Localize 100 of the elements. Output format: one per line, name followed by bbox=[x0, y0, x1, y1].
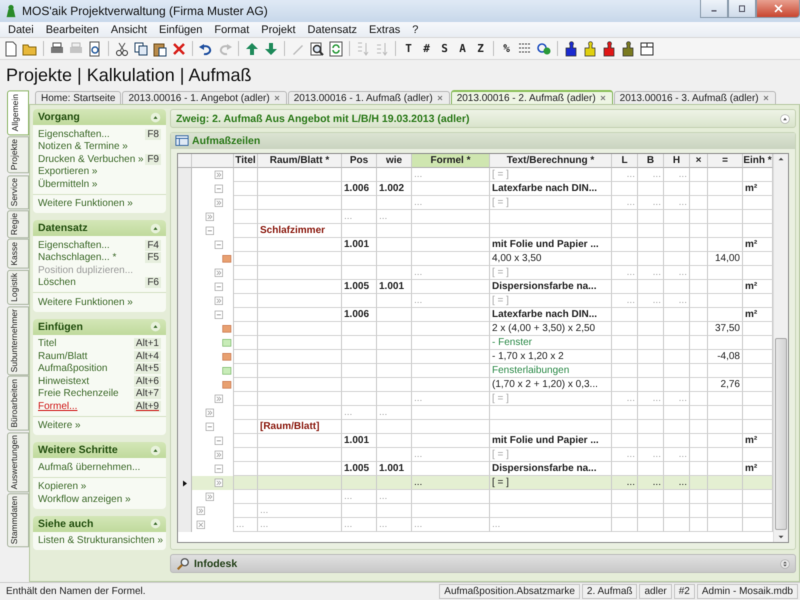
task-link[interactable]: Weitere » bbox=[38, 420, 161, 432]
task-link[interactable]: Titel Alt+1 bbox=[38, 338, 161, 350]
collapse-icon[interactable] bbox=[150, 321, 161, 332]
panel-header[interactable]: Siehe auch bbox=[33, 516, 166, 532]
task-link[interactable]: Aufmaßposition Alt+5 bbox=[38, 362, 161, 375]
task-link[interactable]: Drucken & Verbuchen » F9 bbox=[38, 153, 161, 166]
side-tab[interactable]: Auswertungen bbox=[7, 432, 29, 492]
table-row[interactable]: - 1,70 x 1,20 x 2 -4,08 bbox=[178, 350, 773, 364]
menu-item[interactable]: Datei bbox=[2, 24, 40, 36]
refresh-icon[interactable] bbox=[328, 40, 344, 56]
table-row[interactable]: Fensterlaibungen bbox=[178, 364, 773, 378]
infodesk-bar[interactable]: Infodesk bbox=[170, 554, 796, 573]
arrow-down-icon[interactable] bbox=[263, 40, 279, 56]
format-key[interactable]: % bbox=[499, 42, 514, 55]
task-link[interactable]: Freie Rechenzeile Alt+7 bbox=[38, 388, 161, 400]
column-header[interactable]: Pos bbox=[342, 154, 377, 168]
side-tab[interactable]: Projekte bbox=[7, 136, 29, 174]
task-link[interactable]: Listen & Strukturansichten » bbox=[38, 534, 161, 547]
collapse-icon[interactable] bbox=[780, 114, 790, 124]
table-row[interactable]: 1.001 mit Folie und Papier ... m² bbox=[178, 434, 773, 448]
close-button[interactable] bbox=[756, 0, 800, 18]
add-row-icon[interactable] bbox=[214, 198, 225, 209]
delete-icon[interactable] bbox=[171, 40, 187, 56]
new-document-icon[interactable] bbox=[3, 40, 19, 56]
layout-icon[interactable] bbox=[639, 40, 655, 56]
close-icon[interactable] bbox=[436, 94, 444, 102]
menu-item[interactable]: Ansicht bbox=[104, 24, 153, 36]
add-row-icon[interactable] bbox=[205, 492, 216, 503]
menu-item[interactable]: Bearbeiten bbox=[40, 24, 105, 36]
scissors-icon[interactable] bbox=[114, 40, 130, 56]
task-link[interactable]: Aufmaß übernehmen... bbox=[38, 461, 161, 474]
table-row[interactable]: ... [ = ] ... ... ... bbox=[178, 476, 773, 490]
search-icon[interactable] bbox=[176, 556, 190, 570]
side-tab[interactable]: Büroarbeiten bbox=[7, 376, 29, 431]
close-icon[interactable] bbox=[598, 94, 607, 102]
format-key[interactable]: T bbox=[401, 42, 416, 55]
panel-header[interactable]: Vorgang bbox=[33, 109, 166, 125]
panel-header[interactable]: Weitere Schritte bbox=[33, 442, 166, 458]
table-row[interactable]: 4,00 x 3,50 14,00 bbox=[178, 252, 773, 266]
table-row[interactable]: (1,70 x 2 + 1,20) x 0,3... 2,76 bbox=[178, 378, 773, 392]
task-link[interactable]: Hinweistext Alt+6 bbox=[38, 375, 161, 388]
task-link[interactable]: Kopieren » bbox=[38, 480, 161, 493]
task-link[interactable]: Übermitteln » bbox=[38, 178, 161, 190]
add-row-icon[interactable] bbox=[214, 478, 225, 489]
add-row-icon[interactable] bbox=[205, 408, 216, 419]
panel-header[interactable]: Datensatz bbox=[33, 220, 166, 236]
restore-icon[interactable] bbox=[737, 4, 747, 14]
task-link[interactable]: Raum/Blatt Alt+4 bbox=[38, 350, 161, 362]
task-link[interactable]: Exportieren » bbox=[38, 166, 161, 178]
paste-icon[interactable] bbox=[152, 40, 168, 56]
table-row[interactable]: Schlafzimmer bbox=[178, 224, 773, 238]
close-icon[interactable] bbox=[762, 94, 770, 102]
add-row-icon[interactable] bbox=[214, 268, 225, 279]
collapse-icon[interactable] bbox=[150, 222, 161, 234]
task-link[interactable]: Eigenschaften... F4 bbox=[38, 239, 161, 252]
scrollbar-thumb[interactable] bbox=[775, 338, 787, 530]
task-link[interactable]: Eigenschaften... F8 bbox=[38, 128, 161, 140]
table-row[interactable]: 1.006 1.002 Latexfarbe nach DIN... m² bbox=[178, 182, 773, 196]
side-tab[interactable]: Service bbox=[7, 174, 29, 209]
side-tab[interactable]: Subunternehmer bbox=[7, 306, 29, 375]
side-tab[interactable]: Stammdaten bbox=[7, 492, 29, 548]
table-row[interactable]: - Fenster bbox=[178, 336, 773, 350]
table-row[interactable]: 1.005 1.001 Dispersionsfarbe na... m² bbox=[178, 280, 773, 294]
column-header[interactable]: H bbox=[664, 154, 690, 168]
menu-item[interactable]: ? bbox=[406, 24, 424, 36]
menu-item[interactable]: Extras bbox=[363, 24, 406, 36]
add-title-icon[interactable] bbox=[196, 520, 207, 531]
collapse-icon[interactable] bbox=[150, 112, 161, 122]
menu-item[interactable]: Projekt bbox=[255, 24, 302, 36]
side-tab[interactable]: Regie bbox=[7, 210, 29, 238]
format-key[interactable]: # bbox=[419, 42, 434, 55]
collapse-icon[interactable] bbox=[150, 444, 161, 456]
menu-item[interactable]: Einfügen bbox=[152, 24, 208, 36]
table-row[interactable]: 1.001 mit Folie und Papier ... m² bbox=[178, 238, 773, 252]
column-header[interactable]: × bbox=[690, 154, 708, 168]
column-header[interactable]: = bbox=[708, 154, 743, 168]
document-tab[interactable]: 2013.00016 - 1. Angebot (adler) bbox=[122, 91, 287, 104]
table-row[interactable]: 2 x (4,00 + 3,50) x 2,50 37,50 bbox=[178, 322, 773, 336]
close-icon[interactable] bbox=[272, 94, 281, 102]
task-link[interactable]: Formel... Alt+9 bbox=[38, 400, 161, 412]
menu-item[interactable]: Format bbox=[208, 24, 256, 36]
document-tab[interactable]: Home: Startseite bbox=[35, 91, 122, 104]
add-row-icon[interactable] bbox=[214, 296, 225, 307]
table-row[interactable]: 1.006 Latexfarbe nach DIN... m² bbox=[178, 308, 773, 322]
menu-item[interactable]: Datensatz bbox=[302, 24, 364, 36]
column-header[interactable]: Formel * bbox=[412, 154, 490, 168]
collapse-icon[interactable] bbox=[150, 518, 161, 529]
panel-header[interactable]: Einfügen bbox=[33, 318, 166, 334]
format-key[interactable]: Z bbox=[473, 42, 488, 55]
add-row-icon[interactable] bbox=[205, 212, 216, 223]
task-link[interactable]: Löschen F6 bbox=[38, 276, 161, 289]
add-row-icon[interactable] bbox=[214, 170, 225, 181]
column-header[interactable]: L bbox=[612, 154, 638, 168]
add-row-icon[interactable] bbox=[214, 450, 225, 461]
add-row-icon[interactable] bbox=[214, 394, 225, 405]
table-row[interactable]: [Raum/Blatt] bbox=[178, 420, 773, 434]
column-header[interactable]: Raum/Blatt * bbox=[258, 154, 342, 168]
column-header[interactable]: Text/Berechnung * bbox=[490, 154, 612, 168]
maximize-button[interactable] bbox=[728, 0, 756, 18]
document-tab[interactable]: 2013.00016 - 1. Aufmaß (adler) bbox=[288, 91, 450, 104]
